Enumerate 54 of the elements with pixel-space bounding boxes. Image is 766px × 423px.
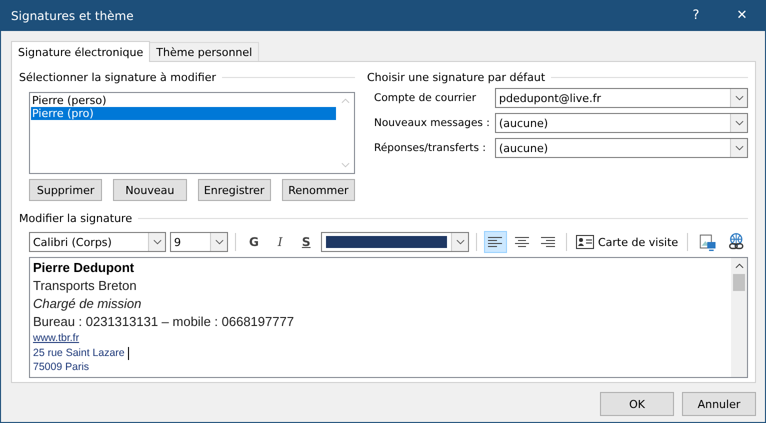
signature-line: Bureau : 0231313131 – mobile : 0668197777 [33, 313, 294, 331]
size-dropdown[interactable]: 9 [170, 232, 228, 252]
list-item[interactable]: Pierre (pro) [31, 107, 336, 120]
field-label: Nouveaux messages : [373, 117, 491, 129]
list-item[interactable]: Pierre (perso) [31, 94, 336, 107]
text-cursor [128, 346, 129, 360]
business-card-button[interactable]: Carte de visite [574, 235, 680, 249]
action-button[interactable]: Nouveau [113, 179, 186, 201]
dropdown[interactable]: (aucune) [495, 138, 748, 158]
chevron-down-icon [734, 120, 744, 126]
action-button[interactable]: Supprimer [29, 179, 102, 201]
signature-editor[interactable]: Pierre Dedupont Transports Breton Chargé de mission Bureau : 0231313131 – mobile : 0668197777 www.tbr.fr 25 rue Saint Lazare 75009 Paris [29, 257, 748, 378]
close-button[interactable]: ✕ [719, 0, 765, 31]
scroll-up-icon[interactable] [734, 263, 744, 269]
align-left-button[interactable] [484, 231, 506, 253]
chevron-down-icon [734, 145, 744, 151]
action-button[interactable]: Enregistrer [198, 179, 271, 201]
help-button[interactable]: ? [673, 0, 719, 31]
signature-line: Chargé de mission [33, 295, 142, 313]
align-icon [487, 236, 504, 248]
underline-button[interactable]: S [295, 232, 318, 252]
tab[interactable]: Signature électronique [11, 41, 150, 62]
signature-line: 25 rue Saint Lazare [33, 346, 125, 360]
font-dropdown[interactable]: Calibri (Corps) [29, 232, 166, 252]
chevron-down-icon [456, 239, 465, 245]
window-title: Signatures et thème [11, 8, 135, 22]
align-icon [514, 236, 530, 248]
signature-line: Transports Breton [33, 277, 137, 295]
tab[interactable]: Thème personnel [149, 42, 260, 61]
field-label: Compte de courrier [373, 92, 478, 104]
signature-line: 75009 Paris [33, 360, 90, 374]
signature-line: www.tbr.fr [33, 331, 80, 346]
scrollbar[interactable] [731, 258, 747, 377]
action-button[interactable]: Renommer [282, 179, 355, 201]
bold-button[interactable]: G [242, 232, 266, 252]
signature-line: Pierre Dedupont [33, 259, 134, 277]
insert-picture-icon[interactable] [698, 232, 717, 252]
group-title: Sélectionner la signature à modifier [19, 70, 216, 84]
dropdown[interactable]: (aucune) [495, 113, 748, 133]
hyperlink-icon[interactable] [726, 232, 745, 252]
chevron-down-icon [214, 239, 224, 245]
contact-card-icon [576, 235, 594, 249]
chevron-down-icon [152, 239, 162, 245]
color-dropdown[interactable] [321, 232, 470, 252]
group-title: Modifier la signature [19, 212, 132, 224]
dialog-button[interactable]: Annuler [682, 392, 756, 416]
align-icon [540, 236, 556, 248]
scroll-thumb[interactable] [733, 274, 745, 291]
dialog-button[interactable]: OK [600, 392, 674, 416]
group-title: Choisir une signature par défaut [367, 70, 546, 84]
field-label: Réponses/transferts : [373, 142, 487, 154]
chevron-down-icon [734, 95, 744, 101]
dropdown[interactable]: pdedupont@live.fr [495, 88, 748, 108]
italic-button[interactable]: I [269, 232, 292, 252]
